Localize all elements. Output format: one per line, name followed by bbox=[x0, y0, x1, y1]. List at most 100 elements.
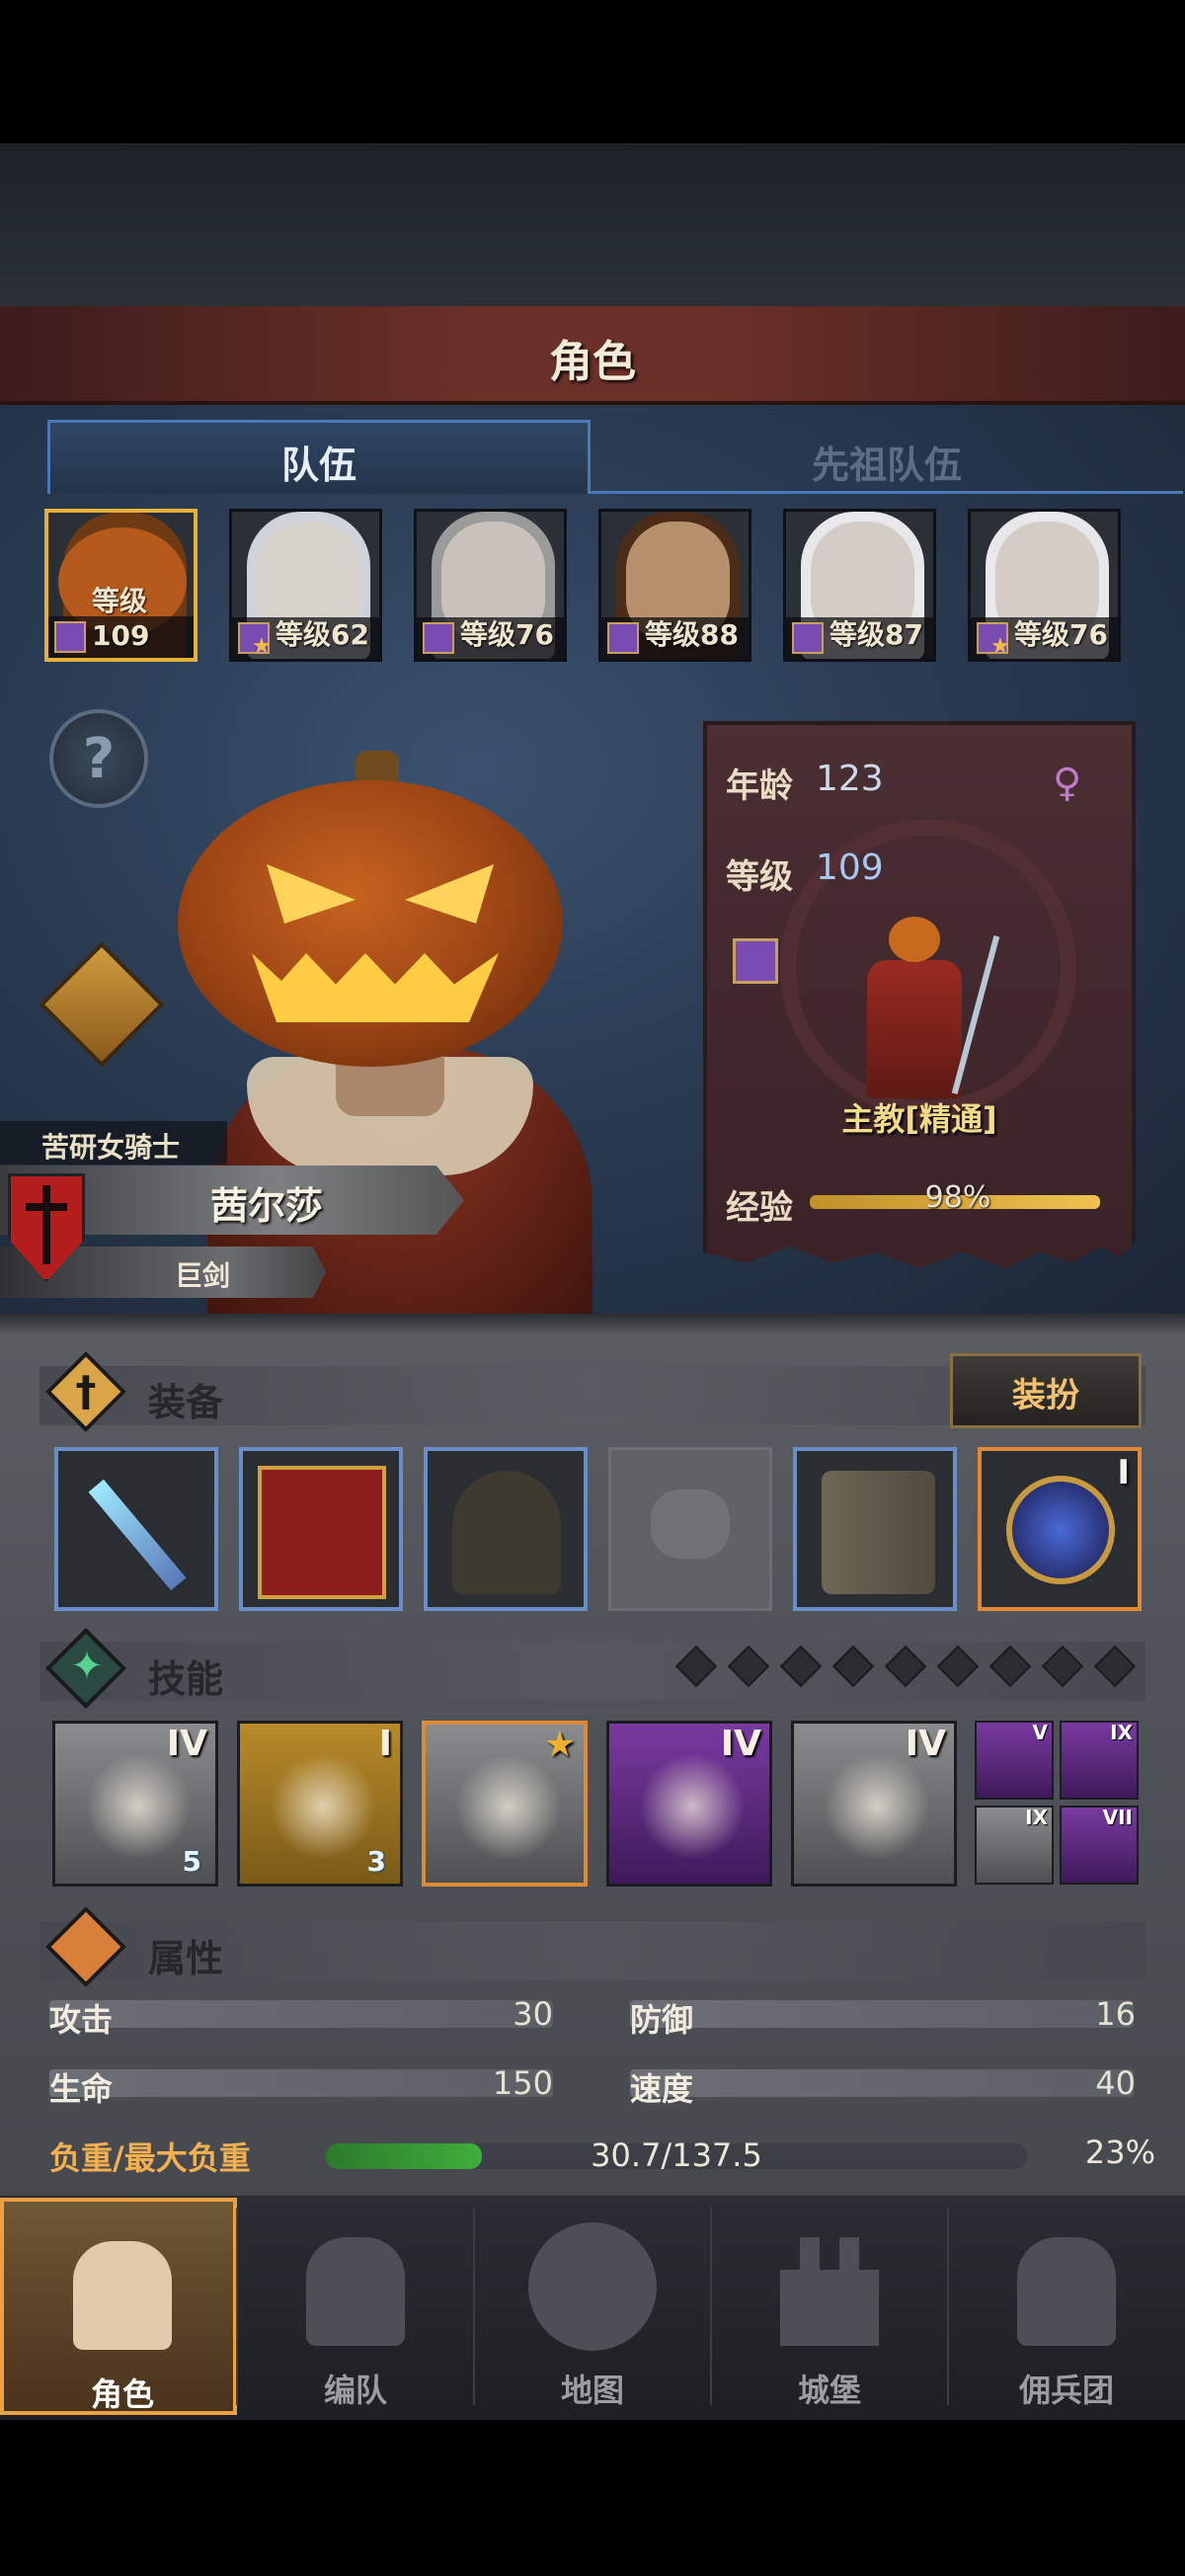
passive-skill-slot[interactable]: IX bbox=[975, 1806, 1054, 1885]
class-staff-icon[interactable] bbox=[733, 938, 778, 984]
roster-portrait[interactable]: 等级109 bbox=[44, 509, 198, 662]
skill-tier: IV bbox=[720, 1724, 761, 1764]
exp-percent: 98% bbox=[924, 1180, 991, 1215]
nav-item-helmet[interactable]: 编队 bbox=[237, 2198, 474, 2415]
nav-item-castle[interactable]: 城堡 bbox=[711, 2198, 948, 2415]
skill-slot[interactable]: I3 bbox=[237, 1721, 403, 1887]
skill-tier: I bbox=[378, 1724, 392, 1764]
equipment-slot[interactable]: I bbox=[978, 1447, 1142, 1611]
tab-team-label[interactable]: 队伍 bbox=[47, 435, 591, 489]
skill-gem-count: 3 bbox=[366, 1845, 386, 1878]
nav-item-compass-map[interactable]: 地图 bbox=[474, 2198, 711, 2415]
skill-glow bbox=[639, 1753, 746, 1860]
nav-label: 城堡 bbox=[797, 2372, 861, 2409]
portrait-level-text: 等级76 bbox=[1014, 618, 1108, 651]
skill-tier: IV bbox=[166, 1724, 207, 1764]
portrait-level-text: 等级88 bbox=[645, 618, 739, 651]
hp-value: 150 bbox=[492, 2064, 553, 2102]
star-icon: ★ bbox=[543, 1725, 576, 1765]
skill-tier: IV bbox=[905, 1724, 946, 1764]
roster-portrait[interactable]: 等级76 bbox=[414, 509, 567, 662]
bishop-figure-robe bbox=[867, 960, 962, 1098]
skill-glow bbox=[85, 1753, 192, 1860]
system-nav-area bbox=[0, 2420, 1185, 2576]
portrait-level-text: 等级62 bbox=[276, 618, 369, 651]
bishop-figure-head bbox=[889, 917, 940, 962]
empty-gloves-icon bbox=[651, 1489, 730, 1559]
orb-icon bbox=[1006, 1476, 1115, 1584]
tab-ancestor-team-label[interactable]: 先祖队伍 bbox=[591, 435, 1183, 489]
female-symbol-icon: ♀ bbox=[1053, 761, 1082, 806]
attack-label: 攻击 bbox=[49, 2001, 114, 2039]
mercenary-icon bbox=[1017, 2237, 1116, 2346]
help-question-glyph[interactable]: ? bbox=[49, 727, 148, 791]
hero-name[interactable]: 茜尔莎 bbox=[79, 1175, 454, 1230]
passive-skill-slot[interactable]: IX bbox=[1060, 1721, 1139, 1800]
spark-icon: ✦ bbox=[70, 1644, 104, 1689]
passive-skill-tier: V bbox=[1032, 1721, 1048, 1744]
skill-slot[interactable]: IV bbox=[606, 1721, 772, 1887]
skills-section-title: 技能 bbox=[148, 1657, 224, 1701]
age-value: 123 bbox=[816, 759, 884, 799]
equipment-slot[interactable] bbox=[424, 1447, 588, 1611]
book-icon bbox=[258, 1466, 386, 1599]
level-value: 109 bbox=[816, 847, 884, 888]
age-label: 年龄 bbox=[726, 766, 793, 806]
passive-skill-tier: VII bbox=[1102, 1806, 1133, 1829]
portrait-level-text: 等级87 bbox=[830, 618, 923, 651]
class-staff-icon bbox=[423, 622, 454, 654]
skill-slot[interactable]: IV 5 bbox=[52, 1721, 218, 1887]
class-staff-icon bbox=[792, 622, 824, 654]
dagger-icon: † bbox=[75, 1367, 97, 1415]
nav-label: 角色 bbox=[90, 2375, 154, 2413]
skill-slot[interactable]: IV bbox=[791, 1721, 957, 1887]
passive-skill-tier: IX bbox=[1110, 1721, 1133, 1744]
level-label: 等级 bbox=[726, 857, 793, 897]
nav-label: 编队 bbox=[323, 2372, 387, 2409]
roster-portrait[interactable]: 等级88 bbox=[598, 509, 751, 662]
speed-value: 40 bbox=[1095, 2064, 1136, 2102]
passive-skill-slot[interactable]: V bbox=[975, 1721, 1054, 1800]
castle-icon bbox=[780, 2237, 879, 2346]
class-staff-icon bbox=[607, 622, 639, 654]
equipment-slot[interactable] bbox=[239, 1447, 403, 1611]
page-title: 角色 bbox=[549, 337, 636, 387]
helmet-icon bbox=[306, 2237, 405, 2346]
nav-item-knight[interactable]: 角色 bbox=[0, 2198, 237, 2415]
equipment-slot[interactable] bbox=[608, 1447, 772, 1611]
roster-portrait[interactable]: 等级76 ★ bbox=[968, 509, 1121, 662]
dress-up-button-label[interactable]: 装扮 bbox=[950, 1368, 1142, 1416]
skill-slot[interactable]: ★ bbox=[422, 1721, 588, 1887]
defense-label: 防御 bbox=[630, 2001, 694, 2039]
load-percent: 23% bbox=[1084, 2133, 1155, 2171]
equipment-slot[interactable] bbox=[793, 1447, 957, 1611]
skill-gem-count: 5 bbox=[182, 1845, 201, 1878]
skill-glow bbox=[455, 1754, 562, 1861]
roster-portrait[interactable]: 等级87 bbox=[783, 509, 936, 662]
passive-skill-slot[interactable]: VII bbox=[1060, 1806, 1139, 1885]
skill-glow bbox=[270, 1753, 376, 1860]
speed-label: 速度 bbox=[630, 2070, 694, 2108]
hp-label: 生命 bbox=[49, 2070, 114, 2108]
load-label: 负重/最大负重 bbox=[49, 2139, 251, 2177]
knight-icon bbox=[73, 2241, 172, 2350]
pumpkin-head-portrait bbox=[178, 780, 563, 1067]
class-staff-icon bbox=[54, 621, 86, 653]
sword-icon bbox=[88, 1479, 187, 1591]
exp-label: 经验 bbox=[726, 1188, 793, 1228]
load-value: 30.7/137.5 bbox=[591, 2136, 762, 2174]
passive-skill-tier: IX bbox=[1025, 1806, 1048, 1829]
roster-portrait[interactable]: 等级62 ★ bbox=[229, 509, 382, 662]
header-stone-background bbox=[0, 143, 1185, 306]
defense-value: 16 bbox=[1095, 1995, 1136, 2033]
equipment-slot[interactable] bbox=[54, 1447, 218, 1611]
detail-panel-edge bbox=[0, 1314, 1185, 1335]
shield-cross-vertical bbox=[42, 1185, 50, 1264]
hero-weapon: 巨剑 bbox=[174, 1259, 230, 1292]
hero-title: 苦研女骑士 bbox=[41, 1131, 181, 1164]
equipment-section-title: 装备 bbox=[148, 1381, 224, 1424]
nav-item-mercenary[interactable]: 佣兵团 bbox=[948, 2198, 1185, 2415]
compass-map-icon bbox=[528, 2222, 657, 2351]
boots-icon bbox=[822, 1471, 935, 1594]
star-icon: ★ bbox=[990, 634, 1010, 659]
